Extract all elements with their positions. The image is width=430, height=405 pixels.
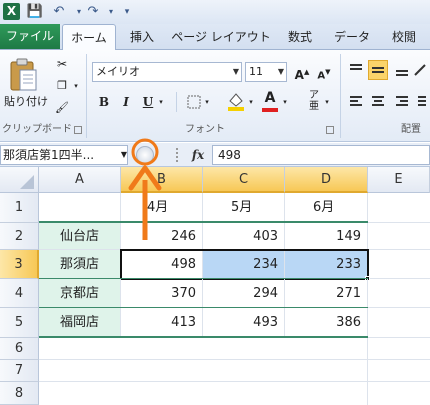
- annotation-circle: [131, 138, 159, 166]
- cell-a3[interactable]: 那須店: [39, 250, 121, 279]
- cell-b5[interactable]: 413: [121, 308, 203, 338]
- font-color-dropdown-icon[interactable]: ▾: [280, 92, 290, 112]
- align-top-icon[interactable]: [346, 60, 366, 80]
- font-color-button[interactable]: A: [260, 88, 280, 108]
- undo-icon[interactable]: ↶: [50, 3, 68, 21]
- row-header-7[interactable]: 7: [0, 360, 39, 382]
- indent-icon[interactable]: [412, 92, 428, 112]
- column-header-d[interactable]: D: [285, 167, 368, 193]
- tab-review[interactable]: 校閲: [382, 24, 426, 50]
- paste-label[interactable]: 貼り付け: [4, 94, 48, 110]
- font-color-swatch: [262, 108, 278, 112]
- tab-page-layout[interactable]: ページ レイアウト: [168, 24, 274, 50]
- annotation-overlay: [128, 138, 162, 240]
- select-all-corner[interactable]: [0, 167, 39, 193]
- table-bottom-border: [39, 336, 368, 338]
- copy-icon[interactable]: ❐: [52, 76, 72, 96]
- row-header-4[interactable]: 4: [0, 279, 39, 308]
- font-size-value: 11: [249, 65, 263, 78]
- clipboard-launcher-icon[interactable]: [74, 126, 82, 134]
- cell-d2[interactable]: 149: [285, 223, 368, 250]
- tab-data[interactable]: データ: [326, 24, 378, 50]
- ribbon-home: 貼り付け ✂ ❐ 🖌 ▾ クリップボード メイリオ ▼ 11 ▼ A▲ A▼ B…: [0, 50, 430, 142]
- align-middle-icon[interactable]: [368, 60, 388, 80]
- quick-access-toolbar: X 💾 ↶ ▾ ↷ ▾ ▾: [0, 0, 430, 24]
- italic-button[interactable]: I: [116, 92, 136, 112]
- formula-input[interactable]: 498: [212, 145, 430, 165]
- fill-color-swatch: [228, 107, 244, 111]
- cell-c2[interactable]: 403: [203, 223, 285, 250]
- row-header-1[interactable]: 1: [0, 193, 39, 223]
- row-header-2[interactable]: 2: [0, 223, 39, 250]
- phonetic-dropdown-icon[interactable]: ▾: [322, 92, 332, 112]
- tab-home[interactable]: ホーム: [62, 24, 116, 51]
- fill-color-icon[interactable]: [226, 90, 246, 111]
- name-box[interactable]: 那須店第1四半...: [0, 145, 128, 165]
- row-header-3[interactable]: 3: [0, 250, 39, 279]
- font-size-select[interactable]: 11 ▼: [245, 62, 287, 82]
- table-row-separator: [39, 278, 368, 279]
- copy-dropdown-icon[interactable]: ▾: [72, 76, 80, 96]
- cell-d5[interactable]: 386: [285, 308, 368, 338]
- row-header-6[interactable]: 6: [0, 338, 39, 360]
- row-header-5[interactable]: 5: [0, 308, 39, 338]
- grow-font-icon[interactable]: A▲: [292, 62, 312, 82]
- table-row-separator: [39, 307, 368, 308]
- tab-insert[interactable]: 挿入: [120, 24, 164, 50]
- font-launcher-icon[interactable]: [326, 126, 334, 134]
- customize-qat-icon[interactable]: ▾: [118, 3, 136, 21]
- align-left-icon[interactable]: [346, 92, 366, 112]
- formula-bar: 那須店第1四半... ▼ fx 498: [0, 143, 430, 167]
- font-name-select[interactable]: メイリオ ▼: [92, 62, 242, 82]
- row-header-8[interactable]: 8: [0, 382, 39, 405]
- excel-app-icon[interactable]: X: [3, 3, 20, 20]
- fill-color-dropdown-icon[interactable]: ▾: [246, 92, 256, 112]
- cell-d4[interactable]: 271: [285, 279, 368, 308]
- column-header-e[interactable]: E: [368, 167, 430, 193]
- orientation-icon[interactable]: [412, 60, 428, 80]
- redo-icon[interactable]: ↷: [84, 3, 102, 21]
- cell-a1[interactable]: [39, 193, 121, 223]
- column-header-c[interactable]: C: [203, 167, 285, 193]
- underline-button[interactable]: U: [138, 92, 158, 112]
- underline-dropdown-icon[interactable]: ▾: [156, 92, 166, 112]
- tab-file[interactable]: ファイル: [0, 24, 60, 49]
- chevron-down-icon: ▼: [232, 67, 239, 76]
- cut-icon[interactable]: ✂: [52, 54, 72, 74]
- alignment-group-label: 配置: [401, 124, 421, 135]
- align-bottom-icon[interactable]: [392, 60, 412, 80]
- group-separator: [176, 92, 177, 112]
- shrink-font-icon[interactable]: A▼: [314, 62, 334, 82]
- group-separator: [86, 54, 87, 138]
- borders-dropdown-icon[interactable]: ▾: [202, 92, 212, 112]
- align-center-icon[interactable]: [368, 92, 388, 112]
- phonetic-guide-icon[interactable]: ア亜: [304, 90, 324, 112]
- cell-a4[interactable]: 京都店: [39, 279, 121, 308]
- save-icon[interactable]: 💾: [26, 3, 44, 21]
- cell-d1[interactable]: 6月: [285, 193, 368, 223]
- paste-icon: [10, 58, 37, 91]
- column-header-a[interactable]: A: [39, 167, 121, 193]
- cell-a2[interactable]: 仙台店: [39, 223, 121, 250]
- clipboard-group-label: クリップボード: [2, 124, 72, 135]
- bold-button[interactable]: B: [94, 92, 114, 112]
- cell-a5[interactable]: 福岡店: [39, 308, 121, 338]
- cell-c1[interactable]: 5月: [203, 193, 285, 223]
- borders-icon[interactable]: [184, 92, 204, 112]
- group-separator: [340, 54, 341, 138]
- paste-button[interactable]: [6, 56, 40, 96]
- cell-c5[interactable]: 493: [203, 308, 285, 338]
- tab-formulas[interactable]: 数式: [278, 24, 322, 50]
- cell-c4[interactable]: 294: [203, 279, 285, 308]
- format-painter-icon[interactable]: 🖌: [52, 98, 72, 118]
- formula-bar-grip: [176, 148, 180, 162]
- chevron-down-icon: ▼: [277, 67, 284, 76]
- cell-b4[interactable]: 370: [121, 279, 203, 308]
- align-right-icon[interactable]: [392, 92, 412, 112]
- selection-range-border: [120, 249, 369, 280]
- insert-function-icon[interactable]: fx: [188, 145, 208, 165]
- font-name-value: メイリオ: [96, 65, 140, 78]
- ribbon-tabs: ファイル ホーム 挿入 ページ レイアウト 数式 データ 校閲: [0, 24, 430, 51]
